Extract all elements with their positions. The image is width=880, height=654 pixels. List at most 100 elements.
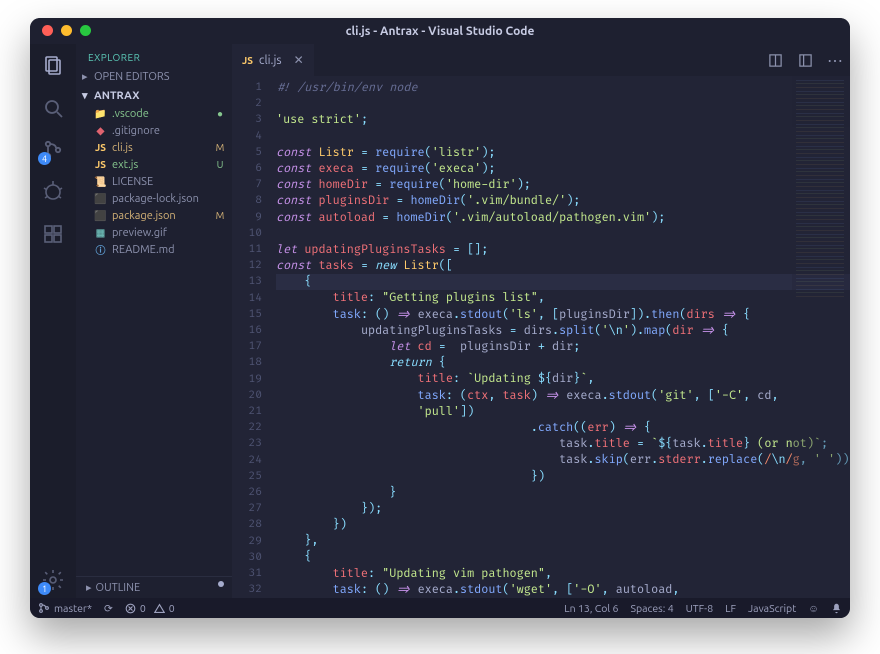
settings-badge: 1 <box>38 582 51 595</box>
file-git-status: M <box>214 142 226 153</box>
code-line[interactable]: }, <box>276 533 850 549</box>
code-editor[interactable]: 1234567891011121314151617181920212223242… <box>232 76 850 598</box>
errors-status[interactable]: 0 0 <box>125 602 175 614</box>
code-line[interactable]: .catch((err) => { <box>276 420 850 436</box>
code-line[interactable]: }) <box>276 469 850 485</box>
code-line[interactable]: { <box>276 274 850 290</box>
file-name: .vscode <box>112 108 209 120</box>
vscode-window: cli.js - Antrax - Visual Studio Code 4 <box>30 18 850 618</box>
code-line[interactable]: 'use strict'; <box>276 112 850 128</box>
encoding-status[interactable]: UTF-8 <box>686 602 714 614</box>
code-line[interactable]: let updatingPluginsTasks = []; <box>276 242 850 258</box>
close-tab-icon[interactable]: ✕ <box>294 53 304 67</box>
language-mode[interactable]: JavaScript <box>748 602 796 614</box>
tab-label: cli.js <box>259 54 282 67</box>
code-line[interactable]: } <box>276 485 850 501</box>
sync-status[interactable]: ⟳ <box>104 602 113 615</box>
code-line[interactable]: const autoload = homeDir('.vim/autoload/… <box>276 210 850 226</box>
code-line[interactable]: const Listr = require('listr'); <box>276 145 850 161</box>
debug-icon[interactable] <box>41 180 65 204</box>
code-line[interactable]: const execa = require('execa'); <box>276 161 850 177</box>
code-line[interactable]: title: "Getting plugins list", <box>276 290 850 306</box>
file-name: package.json <box>112 210 209 222</box>
code-line[interactable] <box>276 96 850 112</box>
line-number-gutter: 1234567891011121314151617181920212223242… <box>232 76 270 598</box>
cursor-position[interactable]: Ln 13, Col 6 <box>564 602 618 614</box>
file-item[interactable]: ⓘ README.md <box>76 241 232 258</box>
file-git-status: ● <box>214 108 226 120</box>
open-editors-section[interactable]: ▸ OPEN EDITORS <box>76 67 232 86</box>
layout-icon[interactable] <box>790 44 820 76</box>
source-control-icon[interactable]: 4 <box>41 138 65 162</box>
file-item[interactable]: ⬛package.jsonM <box>76 207 232 224</box>
indentation-status[interactable]: Spaces: 4 <box>630 602 673 614</box>
file-item[interactable]: 📜 LICENSE <box>76 173 232 190</box>
tab-cli-js[interactable]: JS cli.js ✕ <box>232 44 314 76</box>
minimize-window-button[interactable] <box>61 25 72 36</box>
editor-area: JS cli.js ✕ ⋯ 12345678910111213141516171… <box>232 44 850 598</box>
code-line[interactable]: task.skip(err.stderr.replace(/\n/g, ' ')… <box>276 452 850 468</box>
extensions-icon[interactable] <box>41 222 65 246</box>
info-icon: ⓘ <box>94 243 107 256</box>
file-name: ext.js <box>112 159 209 171</box>
maximize-window-button[interactable] <box>80 25 91 36</box>
status-bar: master* ⟳ 0 0 Ln 13, Col 6 Spaces: 4 UTF… <box>30 598 850 618</box>
git-branch-status[interactable]: master* <box>38 602 92 614</box>
notifications-icon[interactable] <box>831 603 842 614</box>
file-item[interactable]: JScli.jsM <box>76 139 232 156</box>
code-line[interactable]: task: (ctx, task) => execa.stdout('git',… <box>276 388 850 404</box>
cert-icon: 📜 <box>94 175 107 188</box>
code-line[interactable]: #! /usr/bin/env node <box>276 80 850 96</box>
close-window-button[interactable] <box>42 25 53 36</box>
git-icon: ◆ <box>94 124 107 137</box>
code-content[interactable]: #! /usr/bin/env node 'use strict'; const L… <box>270 76 850 598</box>
code-line[interactable]: const pluginsDir = homeDir('.vim/bundle/… <box>276 193 850 209</box>
code-line[interactable]: task: () => execa.stdout('ls', [pluginsD… <box>276 307 850 323</box>
project-section[interactable]: ▾ ANTRAX <box>76 86 232 105</box>
code-line[interactable]: task.title = `${task.title} (or not)`; <box>276 436 850 452</box>
file-item[interactable]: JSext.jsU <box>76 156 232 173</box>
npm-icon: ⬛ <box>94 209 107 222</box>
code-line[interactable]: return { <box>276 355 850 371</box>
more-actions-icon[interactable]: ⋯ <box>820 44 850 76</box>
split-editor-icon[interactable] <box>760 44 790 76</box>
code-line[interactable]: title: "Updating vim pathogen", <box>276 566 850 582</box>
code-line[interactable] <box>276 226 850 242</box>
file-name: package-lock.json <box>112 193 209 205</box>
search-icon[interactable] <box>41 96 65 120</box>
code-line[interactable]: 'pull']) <box>276 404 850 420</box>
settings-gear-icon[interactable]: 1 <box>41 568 65 592</box>
npm-icon: ⬛ <box>94 192 107 205</box>
code-line[interactable]: const tasks = new Listr([ <box>276 258 850 274</box>
code-line[interactable]: updatingPluginsTasks = dirs.split('\n').… <box>276 323 850 339</box>
chevron-right-icon: ▸ <box>86 581 92 594</box>
project-name: ANTRAX <box>94 90 139 102</box>
file-name: LICENSE <box>112 176 209 188</box>
file-item[interactable]: ⬛ package-lock.json <box>76 190 232 207</box>
file-item[interactable]: 📁.vscode● <box>76 105 232 122</box>
code-line[interactable]: title: `Updating ${dir}`, <box>276 371 850 387</box>
code-line[interactable]: { <box>276 549 850 565</box>
eol-status[interactable]: LF <box>725 602 736 614</box>
file-item[interactable]: ◆.gitignore <box>76 122 232 139</box>
explorer-header: EXPLORER <box>76 44 232 67</box>
explorer-icon[interactable] <box>41 54 65 78</box>
code-line[interactable]: }) <box>276 517 850 533</box>
code-line[interactable] <box>276 129 850 145</box>
code-line[interactable]: const homeDir = require('home-dir'); <box>276 177 850 193</box>
file-name: README.md <box>112 244 209 256</box>
outline-section[interactable]: ▸ OUTLINE <box>76 576 232 598</box>
open-editors-label: OPEN EDITORS <box>94 71 170 83</box>
feedback-icon[interactable]: ☺ <box>808 602 819 615</box>
file-item[interactable]: ▦preview.gif <box>76 224 232 241</box>
js-file-icon: JS <box>242 55 253 66</box>
scm-badge: 4 <box>38 152 51 165</box>
outline-dirty-indicator <box>218 581 224 587</box>
file-list: 📁.vscode●◆.gitignoreJScli.jsMJSext.jsU📜L… <box>76 105 232 576</box>
code-line[interactable]: let cd = pluginsDir + dir; <box>276 339 850 355</box>
code-line[interactable]: }); <box>276 501 850 517</box>
tab-bar: JS cli.js ✕ ⋯ <box>232 44 850 76</box>
warning-count: 0 <box>169 602 175 614</box>
chevron-down-icon: ▾ <box>82 89 90 102</box>
code-line[interactable]: task: () => execa.stdout('wget', ['-O', … <box>276 582 850 598</box>
